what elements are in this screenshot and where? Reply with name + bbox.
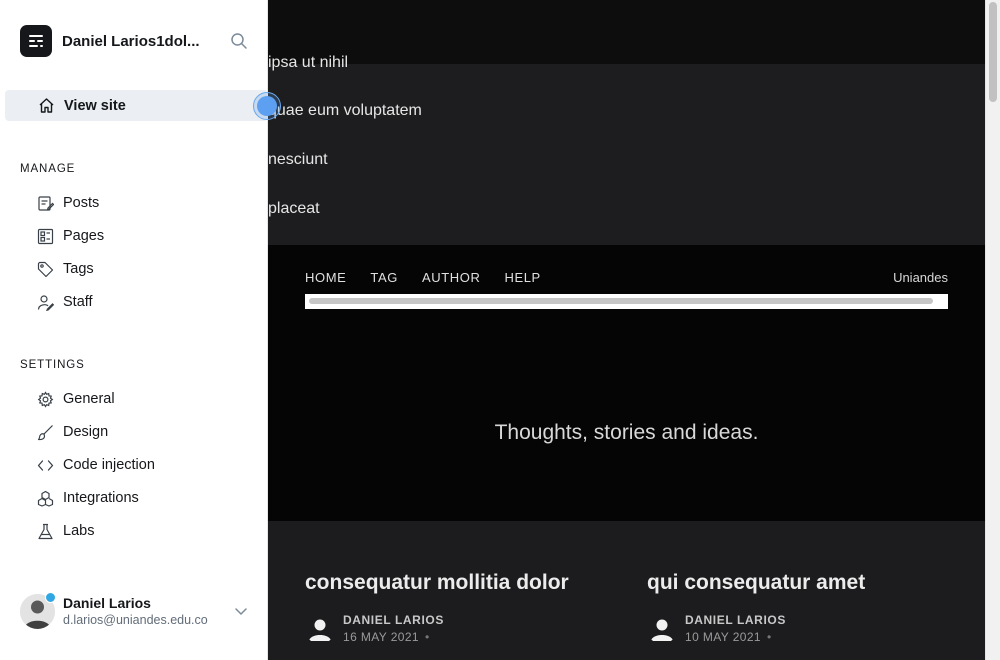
post-author[interactable]: DANIEL LARIOS bbox=[343, 613, 444, 627]
sidebar-item-labs[interactable]: Labs bbox=[20, 516, 248, 546]
staff-icon bbox=[36, 293, 54, 311]
post-date: 16 MAY 2021 bbox=[343, 630, 420, 644]
manage-section-title: MANAGE bbox=[20, 163, 76, 175]
post-title[interactable]: qui consequatur amet bbox=[647, 571, 865, 595]
sidebar-item-label: General bbox=[63, 391, 115, 407]
menu-item[interactable]: nesciunt bbox=[268, 151, 328, 169]
nav-author[interactable]: AUTHOR bbox=[422, 270, 481, 285]
post-meta: DANIEL LARIOS 10 MAY 2021 • bbox=[647, 613, 865, 644]
site-preview: ipsa ut nihil quae eum voluptatem nesciu… bbox=[268, 0, 985, 660]
pages-icon bbox=[36, 227, 54, 245]
menu-item[interactable]: placeat bbox=[268, 200, 320, 218]
view-site-link[interactable]: View site bbox=[5, 90, 268, 121]
site-menu-list: ipsa ut nihil quae eum voluptatem nesciu… bbox=[268, 54, 985, 245]
sidebar-item-label: Tags bbox=[63, 261, 94, 277]
resize-handle-knob[interactable] bbox=[257, 96, 277, 116]
user-menu[interactable]: Daniel Larios d.larios@uniandes.edu.co bbox=[20, 592, 248, 630]
sidebar-item-integrations[interactable]: Integrations bbox=[20, 483, 248, 513]
sidebar-item-code-injection[interactable]: Code injection bbox=[20, 450, 248, 480]
sidebar-item-pages[interactable]: Pages bbox=[20, 221, 248, 251]
meta-separator: • bbox=[767, 630, 772, 644]
sidebar-header: Daniel Larios1dol... bbox=[20, 25, 248, 57]
sidebar-resize-handle[interactable] bbox=[253, 92, 281, 120]
sidebar-item-design[interactable]: Design bbox=[20, 417, 248, 447]
author-avatar-icon bbox=[305, 613, 335, 644]
post-title[interactable]: consequatur mollitia dolor bbox=[305, 571, 569, 595]
window-scrollbar[interactable] bbox=[985, 0, 1000, 660]
sidebar-item-staff[interactable]: Staff bbox=[20, 287, 248, 317]
post-feed: consequatur mollitia dolor DANIEL LARIOS… bbox=[268, 521, 985, 660]
post-card[interactable]: consequatur mollitia dolor DANIEL LARIOS… bbox=[305, 571, 569, 644]
site-logo-icon[interactable] bbox=[20, 25, 52, 57]
scrollbar-thumb[interactable] bbox=[989, 2, 997, 102]
view-site-label: View site bbox=[64, 97, 126, 114]
author-avatar-icon bbox=[647, 613, 677, 644]
nav-help[interactable]: HELP bbox=[504, 270, 540, 285]
post-date: 10 MAY 2021 bbox=[685, 630, 762, 644]
integrations-icon bbox=[36, 489, 54, 507]
code-icon bbox=[36, 456, 54, 474]
meta-separator: • bbox=[425, 630, 430, 644]
sidebar-item-label: Code injection bbox=[63, 457, 155, 473]
gear-icon bbox=[36, 390, 54, 408]
site-brand[interactable]: Uniandes bbox=[893, 270, 948, 285]
user-email: d.larios@uniandes.edu.co bbox=[63, 613, 208, 627]
sidebar-item-label: Staff bbox=[63, 294, 93, 310]
post-author[interactable]: DANIEL LARIOS bbox=[685, 613, 786, 627]
scroll-bar-fill bbox=[309, 298, 933, 304]
nav-tag[interactable]: TAG bbox=[370, 270, 398, 285]
site-name[interactable]: Daniel Larios1dol... bbox=[62, 33, 212, 50]
flask-icon bbox=[36, 522, 54, 540]
post-meta: DANIEL LARIOS 16 MAY 2021 • bbox=[305, 613, 569, 644]
posts-icon bbox=[36, 194, 54, 212]
post-card[interactable]: qui consequatur amet DANIEL LARIOS 10 MA… bbox=[647, 571, 865, 644]
site-tagline: Thoughts, stories and ideas. bbox=[494, 421, 759, 444]
site-hero: HOME TAG AUTHOR HELP Uniandes Thoughts, … bbox=[268, 245, 985, 521]
sidebar-item-label: Posts bbox=[63, 195, 100, 211]
tag-icon bbox=[36, 260, 54, 278]
brush-icon bbox=[36, 423, 54, 441]
sidebar-item-label: Design bbox=[63, 424, 109, 440]
chevron-down-icon[interactable] bbox=[234, 604, 248, 618]
sidebar-item-label: Pages bbox=[63, 228, 105, 244]
sidebar-item-posts[interactable]: Posts bbox=[20, 188, 248, 218]
menu-item[interactable]: ipsa ut nihil bbox=[268, 54, 348, 72]
sidebar-item-tags[interactable]: Tags bbox=[20, 254, 248, 284]
admin-sidebar: Daniel Larios1dol... View site MANAGE Po… bbox=[0, 0, 268, 660]
sidebar-item-label: Labs bbox=[63, 523, 95, 539]
nav-home[interactable]: HOME bbox=[305, 270, 346, 285]
home-icon bbox=[37, 97, 55, 115]
site-scroll-bar[interactable] bbox=[305, 294, 948, 309]
user-name: Daniel Larios bbox=[63, 595, 151, 611]
search-icon[interactable] bbox=[230, 32, 248, 50]
sidebar-item-label: Integrations bbox=[63, 490, 139, 506]
site-topbar bbox=[268, 0, 985, 64]
notification-dot bbox=[45, 592, 56, 603]
menu-item[interactable]: quae eum voluptatem bbox=[268, 102, 422, 120]
site-nav: HOME TAG AUTHOR HELP bbox=[305, 270, 541, 285]
settings-section-title: SETTINGS bbox=[20, 359, 85, 371]
sidebar-item-general[interactable]: General bbox=[20, 384, 248, 414]
